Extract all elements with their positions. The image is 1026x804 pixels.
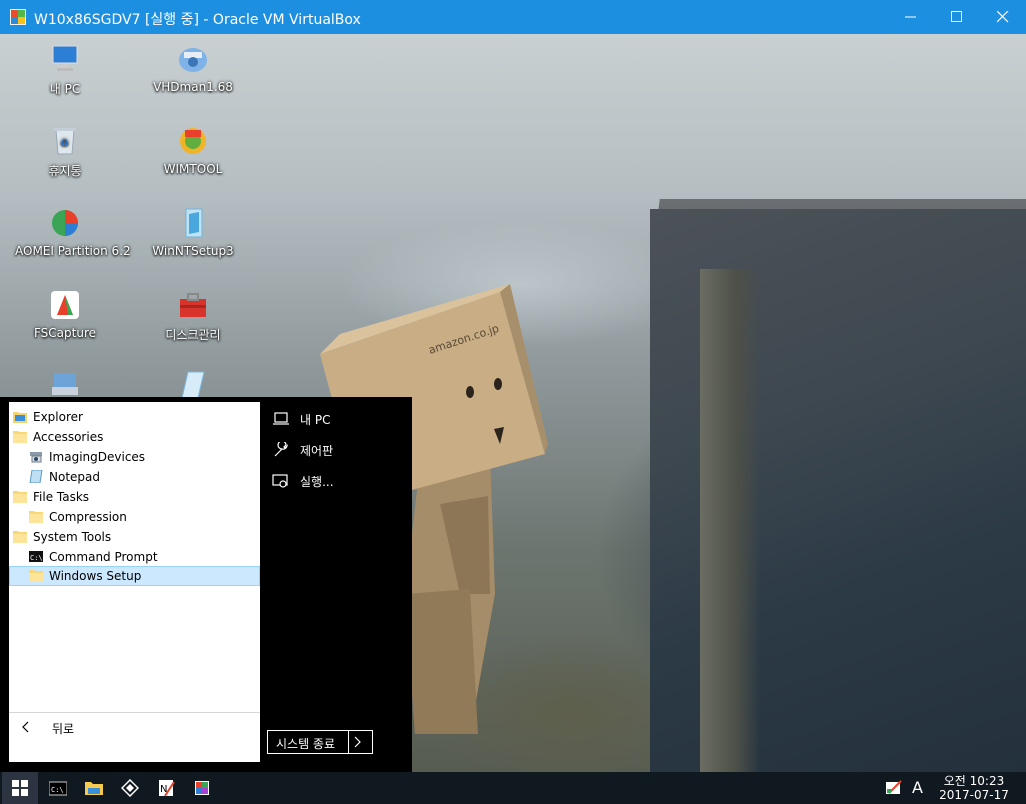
tree-item-notepad[interactable]: Notepad (9, 467, 260, 487)
desktop-icon-wimtool[interactable]: WIMTOOL (143, 124, 243, 176)
start-item-run[interactable]: 실행... (270, 470, 410, 492)
document-icon (176, 368, 210, 397)
capture-icon (48, 288, 82, 322)
tree-item-system-tools[interactable]: System Tools (9, 527, 260, 547)
run-icon (272, 474, 288, 488)
desktop-icon-my-pc[interactable]: 내 PC (15, 42, 115, 97)
svg-text:C:\: C:\ (51, 786, 64, 794)
back-button[interactable]: 뒤로 (9, 712, 260, 740)
tree-item-imaging-devices[interactable]: ImagingDevices (9, 447, 260, 467)
pen-tablet-icon (886, 780, 902, 794)
wim-tool-icon (176, 124, 210, 158)
cmd-icon: C:\ (29, 550, 43, 563)
partition-icon (48, 206, 82, 240)
setup-icon (176, 206, 210, 240)
chevron-right-icon[interactable] (354, 736, 362, 751)
taskbar: C:\ N A 오전 10:23 2017-07-17 (0, 772, 1026, 804)
start-menu-tree-panel: Explorer Accessories ImagingDevices Note… (9, 402, 260, 762)
explorer-folder-icon (13, 410, 27, 423)
chevron-left-icon (21, 721, 29, 736)
folder-icon (29, 510, 43, 523)
ime-indicator[interactable]: A (912, 778, 923, 797)
wrench-icon (274, 442, 289, 457)
desktop-icon-aomei[interactable]: AOMEI Partition 6.2 (15, 206, 131, 258)
color-palette-icon (195, 781, 209, 795)
minimize-button[interactable] (888, 0, 934, 34)
taskbar-cmd-button[interactable]: C:\ (40, 772, 76, 804)
recycle-bin-icon: ♻ (48, 124, 82, 158)
desktop-icon-winntsetup[interactable]: WinNTSetup3 (143, 206, 243, 258)
taskbar-explorer-button[interactable] (76, 772, 112, 804)
toolbox-icon (176, 288, 210, 322)
start-menu: Explorer Accessories ImagingDevices Note… (0, 397, 412, 772)
computer-icon (48, 42, 82, 76)
disk-tool-icon (176, 42, 210, 76)
tree-item-command-prompt[interactable]: C:\ Command Prompt (9, 547, 260, 567)
svg-text:C:\: C:\ (30, 554, 43, 562)
taskbar-clock[interactable]: 오전 10:23 2017-07-17 (934, 774, 1014, 802)
notepad-icon (29, 469, 43, 484)
title-bar: W10x86SGDV7 [실행 중] - Oracle VM VirtualBo… (0, 0, 1026, 34)
taskbar-npp-button[interactable]: N (148, 772, 184, 804)
folder-icon (13, 430, 27, 443)
desktop-icon-partial-2[interactable] (143, 368, 243, 397)
start-button[interactable] (2, 772, 38, 804)
shutdown-button[interactable]: 시스템 종료 (267, 730, 373, 754)
folder-icon (29, 569, 43, 582)
desktop-icon-fscapture[interactable]: FSCapture (15, 288, 115, 340)
folder-icon (13, 530, 27, 543)
editor-icon: N (159, 780, 175, 797)
desktop-icon-vhdman[interactable]: VHDman1.68 (143, 42, 243, 94)
clock-date: 2017-07-17 (939, 788, 1009, 802)
close-button[interactable] (980, 0, 1026, 34)
tree-item-accessories[interactable]: Accessories (9, 427, 260, 447)
diamond-tool-icon (121, 779, 139, 797)
start-item-my-pc[interactable]: 내 PC (270, 408, 410, 430)
scanner-icon (29, 450, 43, 463)
network-icon (48, 368, 82, 397)
svg-text:♻: ♻ (60, 138, 69, 149)
laptop-icon (273, 412, 289, 425)
clock-time: 오전 10:23 (943, 774, 1005, 788)
tree-item-file-tasks[interactable]: File Tasks (9, 487, 260, 507)
taskbar-color-button[interactable] (184, 772, 220, 804)
tree-item-compression[interactable]: Compression (9, 507, 260, 527)
virtualbox-icon (10, 9, 26, 25)
folder-icon (13, 490, 27, 503)
desktop-icon-partial-1[interactable] (15, 368, 115, 397)
windows-logo-icon (12, 780, 28, 796)
shutdown-divider (348, 731, 349, 753)
taskbar-tool-button[interactable] (112, 772, 148, 804)
folder-icon (85, 782, 103, 795)
tree-item-explorer[interactable]: Explorer (9, 407, 260, 427)
tree-item-windows-setup[interactable]: Windows Setup (9, 566, 260, 586)
cmd-icon: C:\ (49, 781, 67, 796)
desktop-icon-disk-management[interactable]: 디스크관리 (143, 288, 243, 343)
desktop-icon-recycle-bin[interactable]: ♻ 휴지통 (15, 124, 115, 179)
window-title: W10x86SGDV7 [실행 중] - Oracle VM VirtualBo… (34, 12, 361, 28)
tray-pen-button[interactable] (880, 772, 908, 804)
start-item-control-panel[interactable]: 제어판 (270, 439, 410, 461)
maximize-button[interactable] (934, 0, 980, 34)
